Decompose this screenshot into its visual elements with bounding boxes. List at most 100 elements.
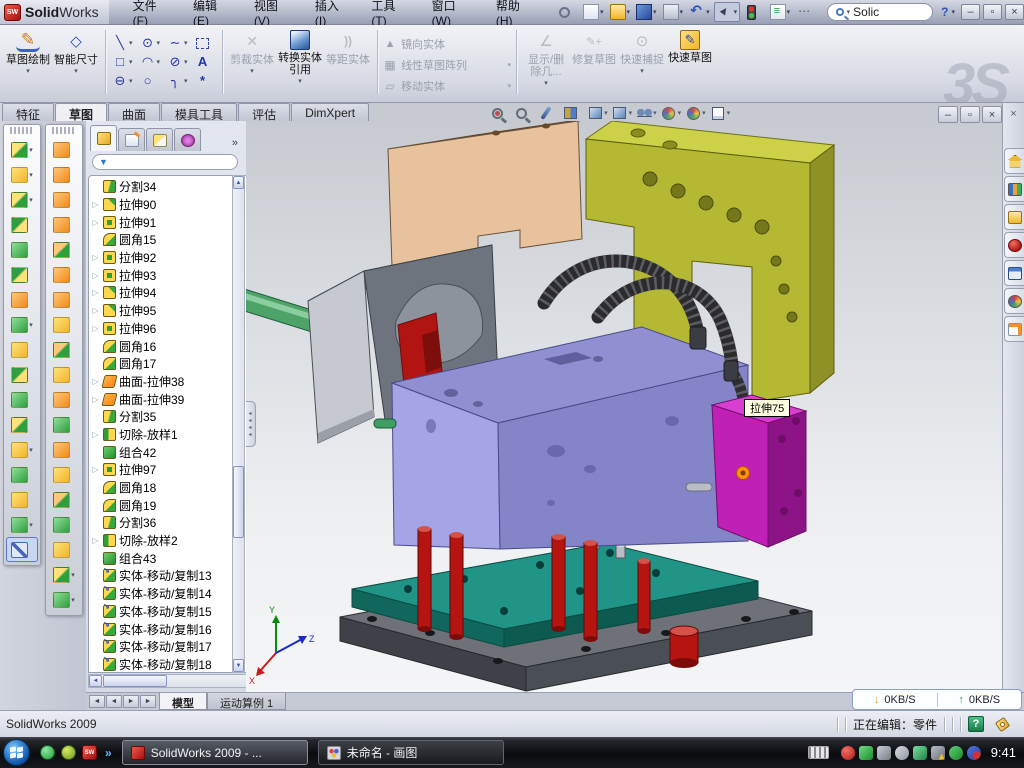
sketch-entity-button[interactable]: ▾ <box>196 35 216 51</box>
feature-tool-button[interactable]: ▾ <box>4 162 40 187</box>
expander-icon[interactable]: ▷ <box>91 306 100 315</box>
ribbon-button[interactable]: 草图绘制 ▾ <box>4 27 52 93</box>
quick-tips-button[interactable]: ? <box>968 716 984 732</box>
feature-tool-button[interactable]: ▾ <box>4 287 40 312</box>
mold-tool-button[interactable]: ▾ <box>46 287 82 312</box>
feature-tool-button[interactable]: ▾ <box>4 337 40 362</box>
tag-icon[interactable] <box>995 716 1010 731</box>
mold-tool-button[interactable]: ▾ <box>46 187 82 212</box>
ribbon-button[interactable]: 等距实体 ▾ <box>324 27 372 93</box>
chevron-down-icon[interactable]: ▾ <box>847 8 851 16</box>
search-input[interactable]: Solic <box>853 5 879 19</box>
chevron-down-icon[interactable]: ▾ <box>508 82 512 90</box>
chevron-down-icon[interactable]: ▾ <box>29 146 33 154</box>
sketch-entity-button[interactable]: ╮ ▾ <box>168 73 188 89</box>
feature-tool-button[interactable]: ▾ <box>4 362 40 387</box>
feature-tool-button[interactable]: ▾ <box>4 137 40 162</box>
expander-icon[interactable]: ▷ <box>91 465 100 474</box>
sketch-entity-button[interactable]: ╲ ▾ <box>113 35 133 51</box>
chevron-down-icon[interactable]: ▾ <box>184 39 188 47</box>
doc-restore-button[interactable]: ▫ <box>960 106 980 123</box>
task-pane-tab[interactable] <box>1004 176 1024 202</box>
ribbon-button[interactable]: 剪裁实体 ▾ <box>228 27 276 93</box>
chevron-down-icon[interactable]: ▾ <box>653 8 657 16</box>
mold-tool-button[interactable]: ▾ <box>46 537 82 562</box>
document-tab[interactable]: 模型 <box>159 693 207 710</box>
sketch-entity-button[interactable]: A ▾ <box>196 54 216 70</box>
launcher-icon[interactable] <box>61 745 76 760</box>
feature-tool-button[interactable]: ▾ <box>4 262 40 287</box>
mold-tool-button[interactable]: ▾ <box>46 362 82 387</box>
chevron-down-icon[interactable]: ▾ <box>29 171 33 179</box>
expander-icon[interactable]: ▷ <box>91 218 100 227</box>
quick-tool-button[interactable]: ▾ <box>608 3 633 21</box>
ribbon-row-button[interactable]: 移动实体 ▾ <box>383 77 511 94</box>
restore-button[interactable]: ▫ <box>983 4 1002 20</box>
quick-tool-button[interactable]: ▾ <box>687 3 712 21</box>
close-button[interactable]: × <box>1005 4 1024 20</box>
command-tab[interactable]: 曲面 <box>108 103 160 121</box>
chevron-down-icon[interactable]: ▾ <box>74 67 78 75</box>
quick-tool-button[interactable]: ▾ <box>555 4 579 21</box>
mold-tool-button[interactable]: ▾ <box>46 412 82 437</box>
tray-update-icon[interactable] <box>877 746 891 760</box>
feature-tool-button[interactable]: ▾ <box>4 387 40 412</box>
quick-tool-button[interactable]: ▾ <box>661 3 686 21</box>
sketch-entity-button[interactable]: ⊖ ▾ <box>113 73 133 89</box>
expander-icon[interactable]: ▷ <box>91 395 100 404</box>
command-tab[interactable]: 草图 <box>55 103 107 121</box>
command-tab[interactable]: 评估 <box>238 103 290 121</box>
quick-tool-button[interactable]: ▾ <box>768 3 793 21</box>
tab-nav-button[interactable]: ◄ <box>106 695 122 708</box>
feature-tool-button[interactable]: ▾ <box>4 212 40 237</box>
tray-app-icon[interactable] <box>913 746 927 760</box>
feature-tool-button[interactable]: ▾ <box>4 312 40 337</box>
feature-manager-tab[interactable] <box>146 128 173 151</box>
tab-nav-button[interactable]: ► <box>123 695 139 708</box>
keyboard-layout-icon[interactable] <box>808 746 829 759</box>
chevron-down-icon[interactable]: ▾ <box>600 8 604 16</box>
expander-icon[interactable]: ▷ <box>91 430 100 439</box>
expander-icon[interactable]: ▷ <box>91 200 100 209</box>
chevron-down-icon[interactable]: ▾ <box>29 521 33 529</box>
task-pane-tab[interactable] <box>1004 204 1024 230</box>
messenger-icon[interactable] <box>40 745 55 760</box>
mold-tool-button[interactable]: ▾ <box>46 512 82 537</box>
chevron-down-icon[interactable]: ▾ <box>157 39 161 47</box>
view-tool-button[interactable]: ▾ <box>586 104 608 122</box>
mold-tool-button[interactable]: ▾ <box>46 237 82 262</box>
mold-tool-button[interactable]: ▾ <box>46 162 82 187</box>
chevron-down-icon[interactable]: ▾ <box>640 67 644 75</box>
feature-tool-button[interactable]: ▾ <box>6 537 38 562</box>
tree-filter-input[interactable]: ▼ <box>92 154 238 170</box>
mold-tool-button[interactable]: ▾ <box>46 462 82 487</box>
mold-tool-button[interactable]: ▾ <box>46 562 82 587</box>
mold-tool-button[interactable]: ▾ <box>46 387 82 412</box>
chevron-down-icon[interactable]: ▾ <box>250 67 254 75</box>
chevron-down-icon[interactable]: ▾ <box>702 109 706 117</box>
taskbar-window-button[interactable]: SolidWorks 2009 - ... <box>122 740 308 765</box>
view-tool-button[interactable]: ▾ <box>660 104 682 122</box>
minimize-button[interactable]: – <box>961 4 980 20</box>
chevron-down-icon[interactable]: ▾ <box>680 8 684 16</box>
view-tool-button[interactable]: ▾ <box>709 104 731 122</box>
chevron-down-icon[interactable]: ▾ <box>727 109 731 117</box>
view-tool-button[interactable]: ▾ <box>684 104 706 122</box>
doc-close-button[interactable]: × <box>982 106 1002 123</box>
network-warning-icon[interactable] <box>931 746 945 760</box>
expander-icon[interactable]: ▷ <box>91 288 100 297</box>
mold-tool-button[interactable]: ▾ <box>46 262 82 287</box>
sketch-entity-button[interactable]: ∼ ▾ <box>168 35 188 51</box>
graphics-viewport[interactable]: Y Z X 拉伸75 ◂◂◂◂ <box>246 121 1002 692</box>
ribbon-row-button[interactable]: 镜向实体 ▾ <box>383 35 511 52</box>
chevron-down-icon[interactable]: ▾ <box>653 109 657 117</box>
quick-tool-button[interactable]: ▾ <box>794 3 819 21</box>
scroll-up-button[interactable]: ▲ <box>233 176 244 189</box>
task-pane-tab[interactable] <box>1004 288 1024 314</box>
quick-tool-button[interactable]: ▾ <box>714 2 741 22</box>
tree-vertical-scrollbar[interactable]: ▲ ▼ <box>232 175 245 673</box>
ribbon-button[interactable]: 修复草图 ▾ <box>570 27 618 93</box>
chevron-down-icon[interactable]: ▾ <box>29 321 33 329</box>
expander-icon[interactable]: ▷ <box>91 536 100 545</box>
mold-tool-button[interactable]: ▾ <box>46 337 82 362</box>
